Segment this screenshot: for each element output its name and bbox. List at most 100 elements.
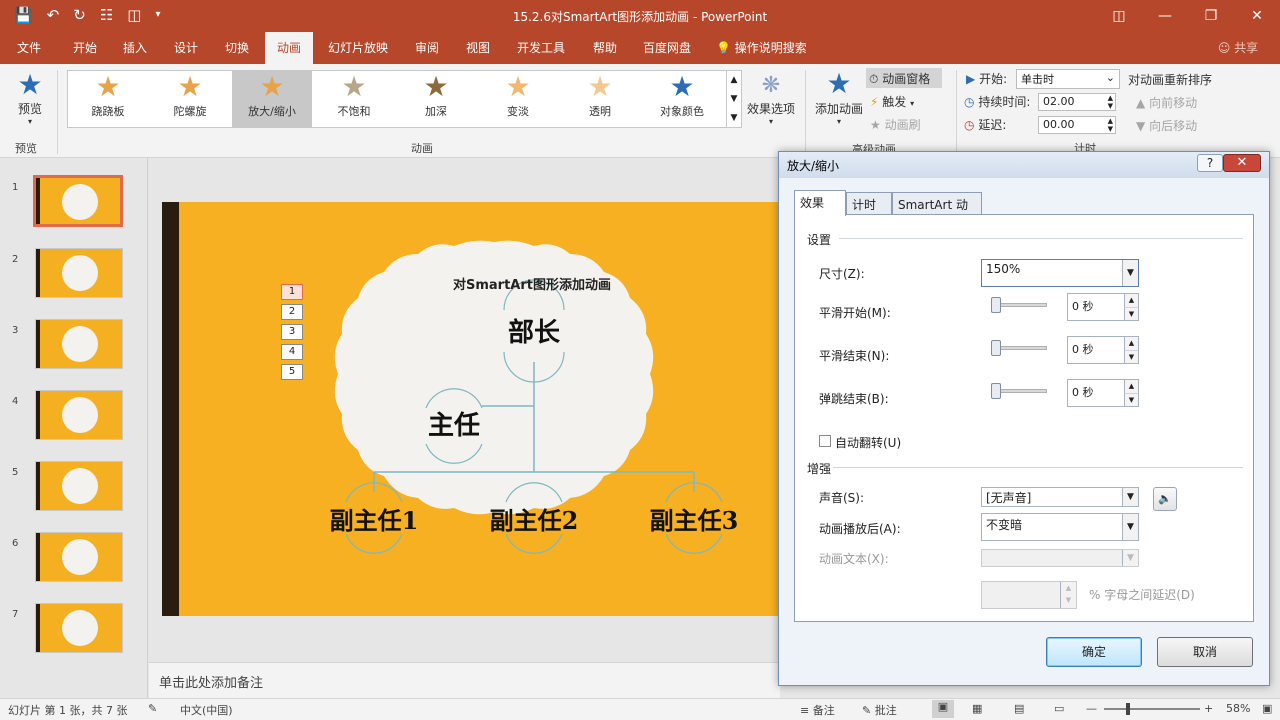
comments-toggle[interactable]: ✎ 批注 [862,702,897,718]
close-icon[interactable]: ✕ [1234,0,1280,32]
size-combo[interactable]: 150% ▼ [981,259,1139,287]
tab-timing[interactable]: 计时 [846,192,892,214]
accessibility-icon[interactable]: ✎ [148,702,157,715]
smooth-end-slider[interactable] [991,340,1047,356]
anim-seesaw[interactable]: ★ 跷跷板 [68,71,148,127]
anim-lighten[interactable]: ★ 变淡 [478,71,558,127]
letter-delay-spinner[interactable]: ▲ ▼ [981,581,1077,609]
sound-combo[interactable]: [无声音] ▼ [981,487,1139,507]
chevron-down-icon[interactable]: ▼ [1122,514,1138,540]
notes-pane[interactable]: 单击此处添加备注 [149,662,780,698]
tab-design[interactable]: 设计 [163,32,209,64]
language-indicator[interactable]: 中文(中国) [180,702,233,718]
slide-thumbnail-1[interactable] [33,175,123,227]
tab-home[interactable]: 开始 [62,32,108,64]
zoom-in-icon[interactable]: + [1204,702,1213,715]
ok-button[interactable]: 确定 [1046,637,1142,667]
slide-thumbnail-7[interactable] [35,603,123,653]
start-select[interactable]: 单击时 ⌄ [1016,69,1120,89]
animate-text-combo[interactable]: ▼ [981,549,1139,567]
gallery-more-icon[interactable]: ▼ [727,109,741,128]
slide-thumbnail-2[interactable] [35,248,123,298]
animation-marker-5[interactable]: 5 [281,364,303,380]
duration-input[interactable]: 02.00 ▲ ▼ [1038,93,1116,111]
smooth-start-spinner[interactable]: 0 秒 ▲ ▼ [1067,293,1139,321]
slide-title[interactable]: 对SmartArt图形添加动画 [432,274,632,293]
sorter-view-icon[interactable]: ▦ [972,702,982,715]
zoom-thumb[interactable] [1126,703,1130,715]
chevron-down-icon[interactable]: ▼ [1122,260,1138,286]
preview-button[interactable]: ★ 预览 ▾ [12,70,48,127]
chevron-down-icon[interactable]: ▼ [727,90,741,109]
move-earlier-button[interactable]: ▲ 向前移动 [1136,94,1197,111]
node-b1[interactable]: 副主任1 [318,501,430,536]
auto-reverse-checkbox[interactable] [819,435,831,447]
smooth-end-spinner[interactable]: 0 秒 ▲ ▼ [1067,336,1139,364]
spin-down-icon[interactable]: ▼ [1124,350,1138,363]
trigger-button[interactable]: ⚡ 触发 ▾ [870,93,914,110]
spin-up-icon[interactable]: ▲ [1124,337,1138,350]
tab-developer[interactable]: 开发工具 [510,32,572,64]
fit-slide-icon[interactable]: ▣ [1262,702,1272,715]
slide-thumbnail-6[interactable] [35,532,123,582]
anim-transparency[interactable]: ★ 透明 [560,71,640,127]
bounce-end-spinner[interactable]: 0 秒 ▲ ▼ [1067,379,1139,407]
tab-transitions[interactable]: 切换 [214,32,260,64]
tab-effect[interactable]: 效果 [794,190,846,216]
anim-object-color[interactable]: ★ 对象颜色 [642,71,722,127]
slider-thumb[interactable] [991,340,1001,356]
chevron-up-icon[interactable]: ▲ [727,71,741,90]
animation-marker-1[interactable]: 1 [281,284,303,300]
help-button[interactable]: ? [1197,154,1223,172]
animation-marker-3[interactable]: 3 [281,324,303,340]
tab-view[interactable]: 视图 [455,32,501,64]
bounce-end-slider[interactable] [991,383,1047,399]
animation-marker-4[interactable]: 4 [281,344,303,360]
anim-desaturate[interactable]: ★ 不饱和 [314,71,394,127]
reading-view-icon[interactable]: ▤ [1014,702,1024,715]
share-button[interactable]: ☺ 共享 [1210,32,1266,64]
auto-reverse-label[interactable]: 自动翻转(U) [835,434,901,451]
animation-painter-button[interactable]: ★ 动画刷 [870,116,921,133]
notes-toggle[interactable]: ≡ 备注 [800,702,835,718]
tab-insert[interactable]: 插入 [112,32,158,64]
move-later-button[interactable]: ▼ 向后移动 [1136,117,1197,134]
slide[interactable]: 对SmartArt图形添加动画 部长 主任 副主任1 副主任2 副主任3 [162,202,782,616]
zoom-out-icon[interactable]: — [1086,702,1097,715]
spin-down-icon[interactable]: ▼ [1124,307,1138,320]
slideshow-view-icon[interactable]: ▭ [1054,702,1064,715]
add-animation-button[interactable]: ★ 添加动画 ▾ [814,68,864,127]
spin-down-icon[interactable]: ▼ [1124,393,1138,406]
zoom-slider[interactable] [1104,703,1200,715]
node-top[interactable]: 部长 [484,312,584,349]
smooth-start-slider[interactable] [991,297,1047,313]
zoom-level[interactable]: 58% [1226,702,1250,715]
dialog-close-button[interactable]: ✕ [1223,154,1261,172]
delay-input[interactable]: 00.00 ▲ ▼ [1038,116,1116,134]
spin-up-icon[interactable]: ▲ [1124,380,1138,393]
animation-marker-2[interactable]: 2 [281,304,303,320]
tab-review[interactable]: 审阅 [404,32,450,64]
slide-thumbnail-3[interactable] [35,319,123,369]
gallery-scroll[interactable]: ▲ ▼ ▼ [726,70,742,128]
tell-me-box[interactable]: 💡 操作说明搜索 [716,32,826,64]
anim-grow-shrink[interactable]: ★ 放大/缩小 [232,71,312,127]
minimize-icon[interactable]: — [1142,0,1188,32]
speaker-icon[interactable]: 🔈 [1153,487,1177,511]
anim-darken[interactable]: ★ 加深 [396,71,476,127]
tab-help[interactable]: 帮助 [582,32,628,64]
ribbon-display-icon[interactable]: ◫ [1096,0,1142,32]
effect-options-button[interactable]: ❋ 效果选项 ▾ [746,72,796,126]
slide-thumbnail-5[interactable] [35,461,123,511]
tab-baidu[interactable]: 百度网盘 [637,32,697,64]
node-mid[interactable]: 主任 [404,405,504,442]
tab-file[interactable]: 文件 [6,32,52,64]
node-b2[interactable]: 副主任2 [476,501,592,536]
slide-thumbnail-4[interactable] [35,390,123,440]
slider-thumb[interactable] [991,297,1001,313]
tab-smartart-animation[interactable]: SmartArt 动画 [892,192,982,229]
chevron-down-icon[interactable]: ▼ [1122,488,1138,506]
animation-pane-button[interactable]: ⏱ 动画窗格 [866,68,942,88]
spin-up-icon[interactable]: ▲ [1124,294,1138,307]
tab-animations[interactable]: 动画 [265,32,313,64]
